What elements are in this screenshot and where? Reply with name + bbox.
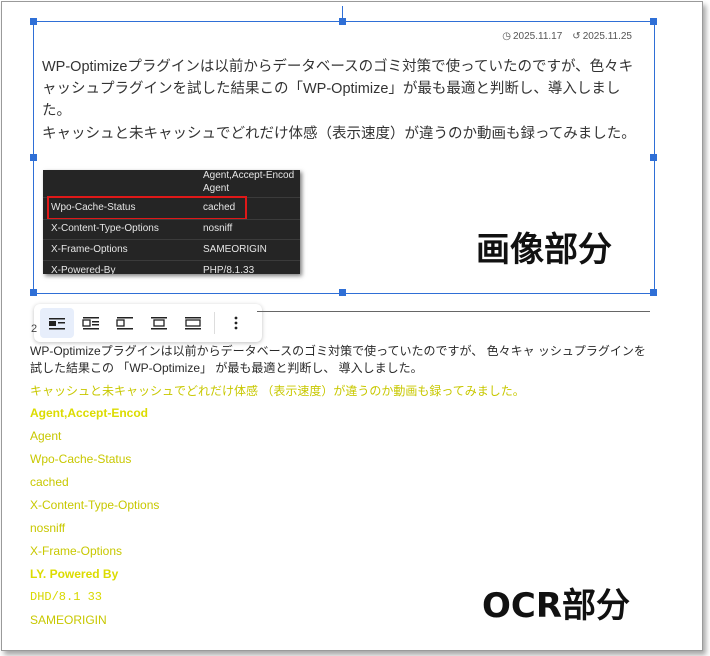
resize-handle-br[interactable] (650, 289, 657, 296)
header-key: X-Powered-By (51, 265, 116, 274)
published-date: ◷ 2025.11.17 (502, 31, 563, 42)
ocr-paragraph-1: WP-Optimizeプラグインは以前からデータベースのゴミ対策で使っていたので… (30, 344, 646, 375)
separator-line (257, 311, 650, 312)
align-left-inline-icon (49, 318, 65, 330)
more-vertical-icon (234, 316, 238, 330)
align-center-icon (151, 317, 167, 330)
history-icon: ↺ (572, 31, 581, 42)
ocr-part-label: OCR部分 (482, 586, 631, 626)
ocr-line: SAMEORIGIN (30, 613, 107, 627)
resize-handle-tc[interactable] (339, 18, 346, 25)
align-center-button[interactable] (142, 308, 176, 338)
article-paragraph-2: キャッシュと未キャッシュでどれだけ体感（表示速度）が違うのか動画も録ってみました… (42, 126, 636, 142)
header-key: X-Frame-Options (51, 244, 128, 255)
toolbar-divider (214, 312, 215, 334)
resize-handle-bc[interactable] (339, 289, 346, 296)
resize-handle-bl[interactable] (30, 289, 37, 296)
divider (43, 239, 300, 240)
updated-date: ↺ 2025.11.25 (572, 31, 632, 42)
more-options-button[interactable] (219, 308, 253, 338)
align-full-icon (185, 317, 201, 330)
align-left-wrap-icon (82, 317, 99, 330)
post-dates: ◷ 2025.11.17 ↺ 2025.11.25 (502, 31, 632, 42)
resize-handle-ml[interactable] (30, 154, 37, 161)
resize-handle-tr[interactable] (650, 18, 657, 25)
header-value: nosniff (203, 223, 233, 234)
align-left-icon (116, 317, 133, 330)
resize-handle-mr[interactable] (650, 154, 657, 161)
align-left-button[interactable] (108, 308, 142, 338)
ocr-paragraph-2: キャッシュと未キャッシュでどれだけ体感 （表示速度）が違うのか動画も録ってみまし… (30, 384, 525, 398)
align-full-button[interactable] (176, 308, 210, 338)
ocr-line: Agent,Accept-Encod (30, 406, 149, 420)
align-left-inline-button[interactable] (40, 308, 74, 338)
align-left-wrap-button[interactable] (74, 308, 108, 338)
red-highlight-box (47, 196, 247, 220)
divider (43, 219, 300, 220)
header-value: Agent,Accept-Encod (203, 170, 295, 181)
ocr-line: LY. Powered By (30, 567, 119, 581)
ocr-line: X-Frame-Options (30, 544, 123, 558)
ocr-line: cached (30, 475, 69, 489)
image-part-label: 画像部分 (476, 230, 612, 270)
ocr-line: DHD/8.1 33 (30, 590, 103, 604)
clock-icon: ◷ (502, 31, 511, 42)
stray-char: 2 (31, 323, 38, 335)
ocr-line: Wpo-Cache-Status (30, 452, 132, 466)
block-toolbar (34, 304, 262, 342)
ocr-line: Agent (30, 429, 62, 443)
article-paragraph-1: WP-Optimizeプラグインは以前からデータベースのゴミ対策で使っていたので… (42, 59, 634, 119)
header-value: Agent (203, 183, 230, 194)
header-key: X-Content-Type-Options (51, 223, 159, 234)
header-value: PHP/8.1.33 (203, 265, 255, 274)
divider (43, 260, 300, 261)
header-value: SAMEORIGIN (203, 244, 267, 255)
resize-handle-tl[interactable] (30, 18, 37, 25)
ocr-line: X-Content-Type-Options (30, 498, 160, 512)
ocr-line: nosniff (30, 521, 66, 535)
embedded-headers-screenshot: Agent,Accept-Encod Agent Wpo-Cache-Statu… (43, 170, 300, 274)
